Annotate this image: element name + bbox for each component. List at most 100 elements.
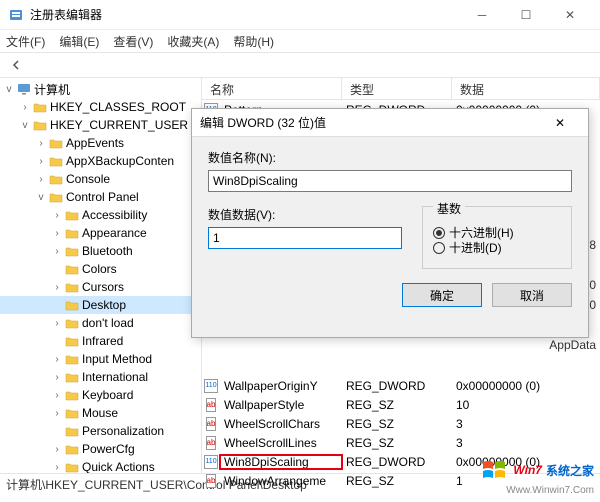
value-data: 0x00000000 (0) (452, 379, 544, 393)
folder-icon (48, 172, 64, 186)
tree-item[interactable]: ›AppEvents (0, 134, 201, 152)
twisty-icon[interactable]: › (50, 246, 64, 257)
twisty-icon[interactable]: › (50, 282, 64, 293)
col-data[interactable]: 数据 (452, 78, 600, 99)
tree-item[interactable]: ›Cursors (0, 278, 201, 296)
twisty-icon[interactable]: › (34, 156, 48, 167)
folder-icon (64, 208, 80, 222)
menubar: 文件(F) 编辑(E) 查看(V) 收藏夹(A) 帮助(H) (0, 30, 600, 52)
twisty-icon[interactable]: v (34, 192, 48, 203)
tree-item[interactable]: vControl Panel (0, 188, 201, 206)
menu-favorites[interactable]: 收藏夹(A) (167, 33, 219, 50)
value-name-input[interactable] (208, 170, 572, 192)
col-type[interactable]: 类型 (342, 78, 452, 99)
tree-item[interactable]: ›International (0, 368, 201, 386)
value-data-input[interactable] (208, 227, 402, 249)
twisty-icon[interactable]: v (18, 120, 32, 131)
string-value-icon: ab (206, 398, 217, 412)
folder-icon (64, 370, 80, 384)
value-type: REG_DWORD (342, 455, 452, 469)
value-name: WallpaperStyle (220, 398, 342, 412)
value-data: 3 (452, 417, 467, 431)
tree-item[interactable]: ›AppXBackupConten (0, 152, 201, 170)
twisty-icon[interactable]: › (50, 408, 64, 419)
twisty-icon[interactable]: › (50, 210, 64, 221)
regedit-icon (8, 7, 24, 23)
tree-label: Console (66, 172, 110, 186)
nav-back-icon[interactable] (4, 55, 28, 75)
tree-label: Personalization (82, 424, 164, 438)
string-value-icon: ab (206, 417, 217, 431)
close-button[interactable]: ✕ (548, 0, 592, 30)
value-name: WindowArrangeme (220, 474, 342, 488)
list-row[interactable]: abWheelScrollCharsREG_SZ3 (202, 414, 600, 433)
maximize-button[interactable]: ☐ (504, 0, 548, 30)
twisty-icon[interactable]: › (34, 174, 48, 185)
tree-label: Appearance (82, 226, 147, 240)
tree-item[interactable]: Infrared (0, 332, 201, 350)
cancel-button[interactable]: 取消 (492, 283, 572, 307)
list-row[interactable]: abWheelScrollLinesREG_SZ3 (202, 433, 600, 452)
tree-item[interactable]: › PowerCfg (0, 440, 201, 458)
twisty-icon[interactable]: › (50, 354, 64, 365)
tree-item[interactable]: ›Mouse (0, 404, 201, 422)
dialog-close-button[interactable]: ✕ (540, 109, 580, 137)
tree-item[interactable]: ›Accessibility (0, 206, 201, 224)
twisty-icon[interactable]: v (2, 84, 16, 95)
tree-item[interactable]: Colors (0, 260, 201, 278)
radio-dec[interactable]: 十进制(D) (433, 239, 561, 256)
tree-label: Infrared (82, 334, 123, 348)
radio-dec-label: 十进制(D) (449, 239, 502, 256)
tree-item[interactable]: Desktop (0, 296, 201, 314)
folder-icon (64, 442, 80, 456)
tree-item[interactable]: › Appearance (0, 224, 201, 242)
folder-icon (64, 316, 80, 330)
tree-label: Keyboard (82, 388, 133, 402)
folder-icon (64, 226, 80, 240)
value-data: 10 (452, 398, 473, 412)
peek-data: AppData (549, 338, 596, 352)
dialog-titlebar: 编辑 DWORD (32 位)值 ✕ (192, 109, 588, 137)
menu-edit[interactable]: 编辑(E) (59, 33, 99, 50)
ok-button[interactable]: 确定 (402, 283, 482, 307)
folder-icon (48, 154, 64, 168)
tree-item[interactable]: ›Quick Actions (0, 458, 201, 473)
folder-icon (64, 352, 80, 366)
twisty-icon[interactable]: › (50, 228, 64, 239)
radio-dec-icon[interactable] (433, 242, 445, 254)
tree-item[interactable]: ›Bluetooth (0, 242, 201, 260)
twisty-icon[interactable]: › (34, 138, 48, 149)
menu-view[interactable]: 查看(V) (113, 33, 153, 50)
radio-hex-icon[interactable] (433, 227, 445, 239)
twisty-icon[interactable]: › (50, 372, 64, 383)
base-legend: 基数 (433, 200, 465, 217)
folder-icon (64, 334, 80, 348)
edit-dword-dialog: 编辑 DWORD (32 位)值 ✕ 数值名称(N): 数值数据(V): 基数 … (191, 108, 589, 338)
tree-label: Colors (82, 262, 117, 276)
tree-item[interactable]: › Keyboard (0, 386, 201, 404)
twisty-icon[interactable]: › (50, 318, 64, 329)
tree-item[interactable]: ›Input Method (0, 350, 201, 368)
twisty-icon[interactable]: › (50, 390, 64, 401)
twisty-icon[interactable]: › (18, 102, 32, 113)
tree-root[interactable]: v 计算机 (0, 80, 201, 98)
tree-item[interactable]: › Console (0, 170, 201, 188)
menu-file[interactable]: 文件(F) (6, 33, 45, 50)
list-header: 名称 类型 数据 (202, 78, 600, 100)
tree-item[interactable]: ›HKEY_CLASSES_ROOT (0, 98, 201, 116)
twisty-icon[interactable]: › (50, 462, 64, 473)
tree-item[interactable]: vHKEY_CURRENT_USER (0, 116, 201, 134)
menu-help[interactable]: 帮助(H) (233, 33, 274, 50)
list-row[interactable]: abWallpaperStyleREG_SZ10 (202, 395, 600, 414)
tree-item[interactable]: ›don't load (0, 314, 201, 332)
twisty-icon[interactable]: › (50, 444, 64, 455)
value-data: 1 (452, 474, 467, 488)
minimize-button[interactable]: ─ (460, 0, 504, 30)
tree-label: PowerCfg (82, 442, 135, 456)
list-row[interactable]: 110WallpaperOriginYREG_DWORD0x00000000 (… (202, 376, 600, 395)
col-name[interactable]: 名称 (202, 78, 342, 99)
value-type: REG_SZ (342, 398, 452, 412)
tree-pane[interactable]: v 计算机 ›HKEY_CLASSES_ROOTvHKEY_CURRENT_US… (0, 78, 202, 473)
tree-item[interactable]: Personalization (0, 422, 201, 440)
windows-logo-icon (481, 458, 509, 482)
